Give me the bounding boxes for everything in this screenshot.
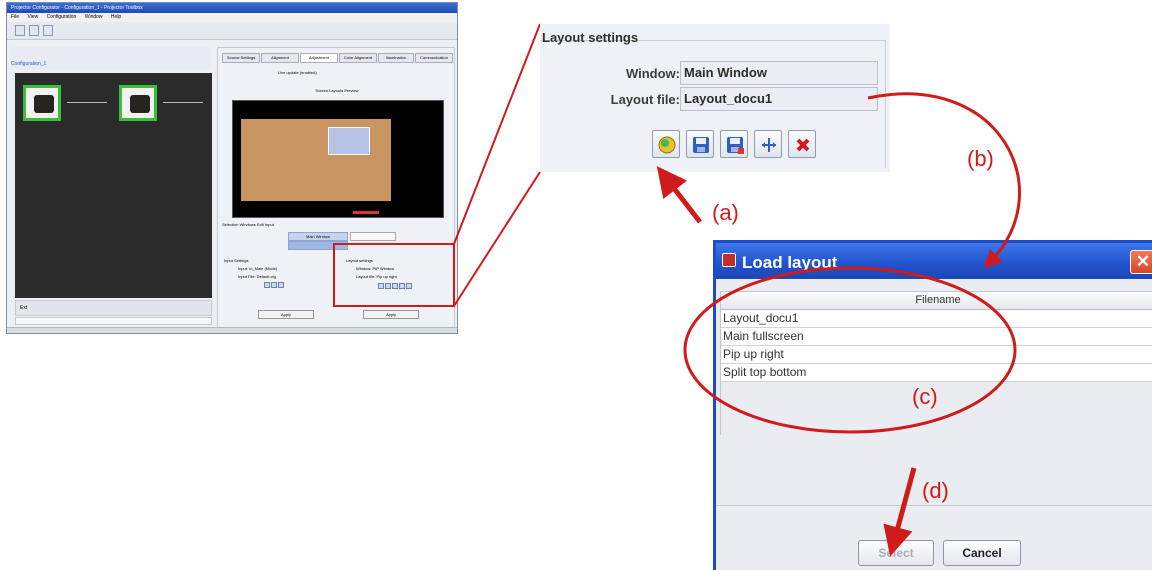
annotation-a: (a): [712, 200, 739, 225]
annotation-d: (d): [922, 478, 949, 503]
arrow-d: [883, 467, 917, 557]
annotation-b: (b): [967, 146, 994, 171]
annotation-c: (c): [912, 384, 938, 409]
ellipse-c: [683, 266, 1017, 434]
arrow-a: [656, 166, 702, 224]
arrow-b: [867, 92, 1021, 269]
callout-overlay: [656, 92, 1021, 557]
